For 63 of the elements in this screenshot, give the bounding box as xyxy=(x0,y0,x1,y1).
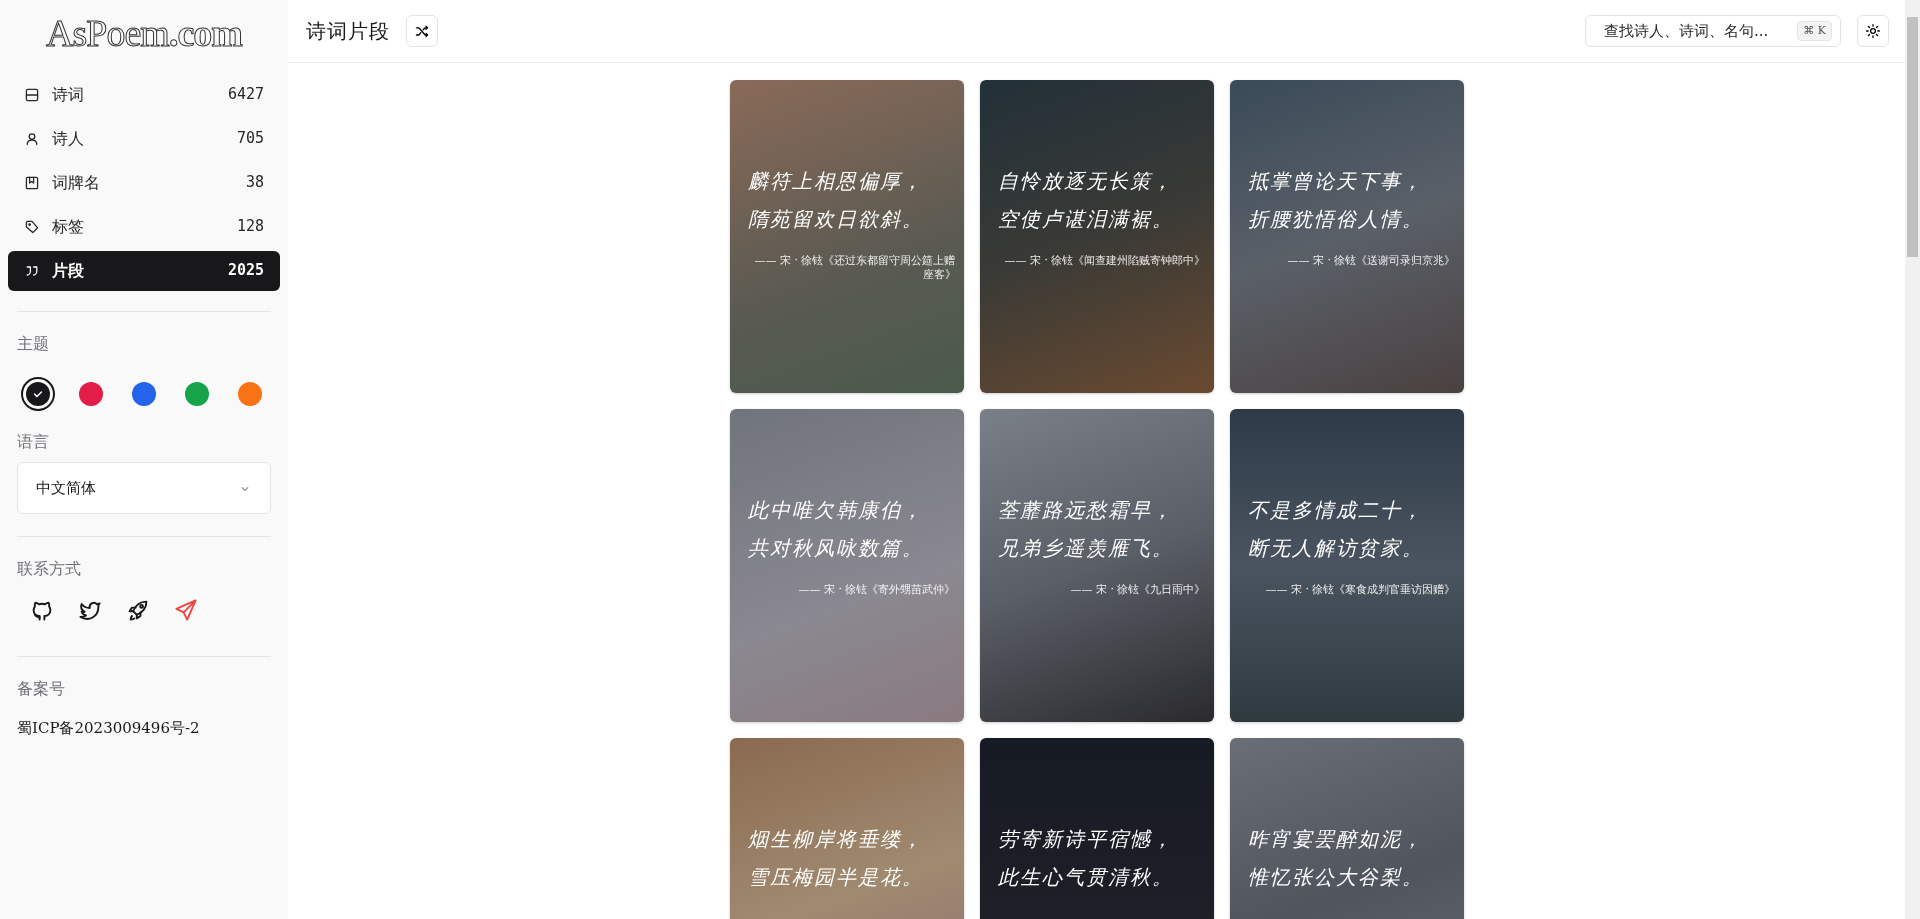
poem-source: —— 宋 · 徐铉《闻查建州陷贼寄钟郎中》 xyxy=(1003,254,1206,269)
theme-color-swatch[interactable] xyxy=(132,381,156,406)
poem-line: 隋苑留欢日欲斜。 xyxy=(747,206,925,233)
poem-line: 不是多情成二十， xyxy=(1247,497,1425,524)
poem-line: 荃蘼路远愁霜早， xyxy=(997,497,1175,524)
section-label: 语言 xyxy=(16,430,50,453)
user-icon xyxy=(24,130,40,147)
site-logo[interactable]: AsPoem.com xyxy=(46,12,242,54)
theme-color-swatch[interactable] xyxy=(238,381,262,406)
poem-source: —— 宋 · 徐铉《九日雨中》 xyxy=(1069,583,1206,598)
poem-line: 惟忆张公大谷梨。 xyxy=(1247,864,1425,891)
poem-line: 麟符上相恩偏厚， xyxy=(747,168,925,195)
poem-line: 昨宵宴罢醉如泥， xyxy=(1247,826,1425,853)
poem-card[interactable]: 劳寄新诗平宿憾， 此生心气贯清秋。 xyxy=(979,738,1214,919)
poem-card[interactable]: 不是多情成二十， 断无人解访贫家。 —— 宋 · 徐铉《寒食成判官垂访因赠》 xyxy=(1229,409,1464,722)
scrollbar[interactable] xyxy=(1905,0,1920,919)
poem-line: 劳寄新诗平宿憾， xyxy=(997,826,1175,853)
poem-line: 此中唯欠韩康伯， xyxy=(747,497,925,524)
poem-card[interactable]: 自怜放逐无长策， 空使卢谌泪满裾。 —— 宋 · 徐铉《闻查建州陷贼寄钟郎中》 xyxy=(979,80,1214,393)
section-label: 联系方式 xyxy=(16,557,82,580)
language-select[interactable]: 中文简体 xyxy=(17,461,271,514)
poem-line: 抵掌曾论天下事， xyxy=(1247,168,1425,195)
bookmark-icon xyxy=(24,174,40,191)
poem-line: 雪压梅园半是花。 xyxy=(747,864,925,891)
poem-card[interactable]: 荃蘼路远愁霜早， 兄弟乡遥羡雁飞。 —— 宋 · 徐铉《九日雨中》 xyxy=(979,409,1214,722)
nav-item[interactable]: 词牌名 38 xyxy=(8,162,280,203)
poem-source: —— 宋 · 徐铉《还过东都留守周公筵上赠座客》 xyxy=(753,254,956,283)
poem-line: 兄弟乡遥羡雁飞。 xyxy=(997,535,1175,562)
nav-item[interactable]: 诗词 6427 xyxy=(8,74,280,115)
shuffle-icon xyxy=(414,23,430,39)
sun-icon xyxy=(1865,23,1881,39)
poem-line: 折腰犹悟俗人情。 xyxy=(1247,206,1425,233)
poem-source: —— 宋 · 徐铉《寄外甥苗武仲》 xyxy=(797,583,956,598)
poem-line: 空使卢谌泪满裾。 xyxy=(997,206,1175,233)
search-field[interactable]: 查找诗人、诗词、名句... ⌘ K xyxy=(1585,15,1841,47)
section-label: 主题 xyxy=(16,332,50,355)
theme-toggle-button[interactable] xyxy=(1857,15,1889,47)
shortcut-hint: ⌘ K xyxy=(1797,20,1832,42)
poem-card[interactable]: 麟符上相恩偏厚， 隋苑留欢日欲斜。 —— 宋 · 徐铉《还过东都留守周公筵上赠座客》 xyxy=(729,80,964,393)
poem-line: 此生心气贯清秋。 xyxy=(997,864,1175,891)
search-input[interactable]: 查找诗人、诗词、名句... xyxy=(1602,18,1794,44)
poem-source: —— 宋 · 徐铉《寒食成判官垂访因赠》 xyxy=(1264,583,1456,598)
record-number: 蜀ICP备2023009496号-2 xyxy=(16,717,201,739)
shuffle-button[interactable] xyxy=(406,15,438,47)
nav-item[interactable]: 标签 128 xyxy=(8,206,280,247)
theme-color-swatch[interactable] xyxy=(79,381,103,406)
poem-line: 烟生柳岸将垂缕， xyxy=(747,826,925,853)
theme-color-swatch[interactable] xyxy=(185,381,209,406)
poem-card[interactable]: 此中唯欠韩康伯， 共对秋风咏数篇。 —— 宋 · 徐铉《寄外甥苗武仲》 xyxy=(729,409,964,722)
poem-line: 共对秋风咏数篇。 xyxy=(747,535,925,562)
poem-line: 自怜放逐无长策， xyxy=(997,168,1175,195)
layout-icon xyxy=(24,86,40,103)
poem-card[interactable]: 烟生柳岸将垂缕， 雪压梅园半是花。 xyxy=(729,738,964,919)
page-title: 诗词片段 xyxy=(306,18,390,45)
paper-plane-icon[interactable] xyxy=(174,597,198,622)
nav-item[interactable]: 诗人 705 xyxy=(8,118,280,159)
tag-icon xyxy=(24,218,40,235)
nav-item[interactable]: 片段 2025 xyxy=(8,250,280,291)
poem-line: 断无人解访贫家。 xyxy=(1247,535,1425,562)
poem-card[interactable]: 抵掌曾论天下事， 折腰犹悟俗人情。 —— 宋 · 徐铉《送谢司录归京兆》 xyxy=(1229,80,1464,393)
poem-source: —— 宋 · 徐铉《送谢司录归京兆》 xyxy=(1286,254,1456,269)
section-label: 备案号 xyxy=(16,677,66,700)
poem-card[interactable]: 昨宵宴罢醉如泥， 惟忆张公大谷梨。 xyxy=(1229,738,1464,919)
